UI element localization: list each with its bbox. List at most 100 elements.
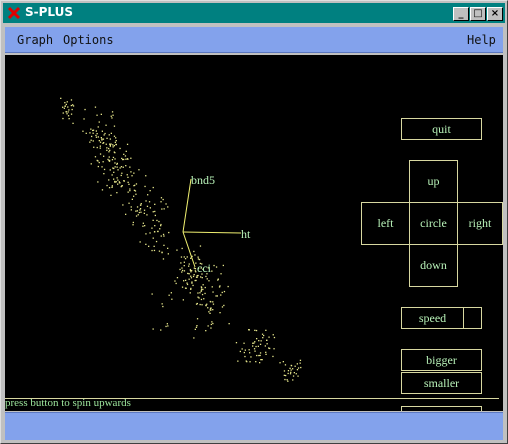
speed-button[interactable]: speed bbox=[401, 307, 464, 329]
data-point bbox=[132, 221, 134, 224]
data-point bbox=[114, 180, 116, 183]
data-point bbox=[216, 295, 218, 297]
left-button[interactable]: left bbox=[361, 202, 410, 245]
data-point bbox=[255, 329, 258, 332]
data-point bbox=[119, 167, 121, 169]
data-point bbox=[60, 97, 62, 99]
data-point bbox=[194, 270, 196, 272]
data-point bbox=[292, 368, 294, 370]
data-point bbox=[131, 175, 133, 177]
data-point bbox=[206, 278, 208, 280]
data-point bbox=[118, 182, 121, 184]
data-point bbox=[221, 306, 224, 308]
smaller-button[interactable]: smaller bbox=[401, 372, 482, 394]
data-point bbox=[197, 292, 199, 294]
data-point bbox=[113, 135, 116, 137]
data-point bbox=[115, 137, 117, 139]
data-point bbox=[109, 159, 111, 162]
data-point bbox=[183, 280, 185, 282]
data-point bbox=[300, 366, 302, 369]
data-point bbox=[64, 102, 66, 104]
speed-indicator[interactable] bbox=[463, 307, 482, 329]
data-point bbox=[207, 325, 209, 327]
data-point bbox=[108, 187, 111, 189]
data-point bbox=[256, 338, 258, 340]
data-point bbox=[130, 206, 132, 208]
data-point bbox=[127, 158, 129, 160]
data-point bbox=[171, 298, 173, 300]
spin-plot-canvas[interactable]: bnd5 ht cci quit up left circle right do… bbox=[5, 55, 503, 411]
data-point bbox=[132, 224, 134, 226]
data-point bbox=[209, 312, 211, 314]
data-point bbox=[189, 292, 191, 294]
title-bar[interactable]: S-PLUS _ □ × bbox=[3, 3, 505, 23]
data-point bbox=[258, 340, 260, 342]
data-point bbox=[137, 214, 139, 216]
data-point bbox=[185, 279, 187, 281]
close-button[interactable]: × bbox=[487, 7, 503, 21]
down-button[interactable]: down bbox=[409, 244, 458, 287]
data-point bbox=[126, 143, 129, 145]
data-point bbox=[167, 253, 169, 255]
data-point bbox=[253, 348, 256, 350]
minimize-button[interactable]: _ bbox=[453, 7, 469, 21]
command-bar[interactable] bbox=[5, 412, 503, 440]
quit-button[interactable]: quit bbox=[401, 118, 482, 140]
data-point bbox=[120, 174, 122, 177]
data-point bbox=[127, 181, 129, 183]
maximize-button[interactable]: □ bbox=[470, 7, 486, 21]
data-point bbox=[114, 166, 116, 168]
data-point bbox=[220, 294, 222, 296]
data-point bbox=[292, 375, 295, 377]
data-point bbox=[227, 285, 229, 288]
data-point bbox=[135, 183, 138, 185]
data-point bbox=[144, 225, 146, 227]
data-point bbox=[95, 130, 97, 132]
data-point bbox=[287, 372, 289, 375]
data-point bbox=[272, 334, 274, 336]
data-point bbox=[293, 372, 295, 374]
data-point bbox=[199, 245, 202, 247]
data-point bbox=[176, 277, 179, 279]
data-point bbox=[154, 210, 156, 213]
data-point bbox=[152, 211, 154, 213]
data-point bbox=[165, 325, 167, 328]
menu-graph[interactable]: Graph bbox=[17, 33, 53, 47]
data-point bbox=[190, 257, 192, 259]
menu-help[interactable]: Help bbox=[467, 33, 496, 47]
data-point bbox=[90, 128, 92, 130]
data-point bbox=[182, 299, 184, 301]
bigger-button[interactable]: bigger bbox=[401, 349, 482, 371]
data-point bbox=[212, 301, 214, 303]
data-point bbox=[162, 233, 165, 236]
data-point bbox=[290, 364, 292, 367]
data-point bbox=[184, 287, 187, 289]
data-point bbox=[113, 151, 115, 153]
data-point bbox=[203, 298, 205, 300]
data-point bbox=[89, 132, 91, 134]
data-point bbox=[195, 276, 198, 278]
data-point bbox=[155, 240, 158, 243]
data-point bbox=[161, 251, 163, 253]
data-point bbox=[186, 282, 188, 284]
data-point bbox=[243, 351, 245, 354]
data-point bbox=[140, 203, 142, 205]
data-point bbox=[96, 146, 98, 149]
data-point bbox=[101, 189, 104, 191]
data-point bbox=[139, 241, 141, 243]
data-point bbox=[193, 250, 195, 253]
data-point bbox=[292, 379, 294, 381]
data-point bbox=[200, 298, 203, 301]
data-point bbox=[265, 353, 267, 355]
data-point bbox=[108, 151, 110, 153]
data-point bbox=[198, 297, 200, 299]
data-point bbox=[163, 244, 165, 246]
data-point bbox=[142, 222, 144, 224]
window-title: S-PLUS bbox=[25, 5, 74, 19]
up-button[interactable]: up bbox=[409, 160, 458, 203]
circle-button[interactable]: circle bbox=[409, 202, 458, 245]
menu-options[interactable]: Options bbox=[63, 33, 114, 47]
data-point bbox=[147, 194, 149, 196]
data-point bbox=[188, 278, 190, 280]
right-button[interactable]: right bbox=[457, 202, 503, 245]
